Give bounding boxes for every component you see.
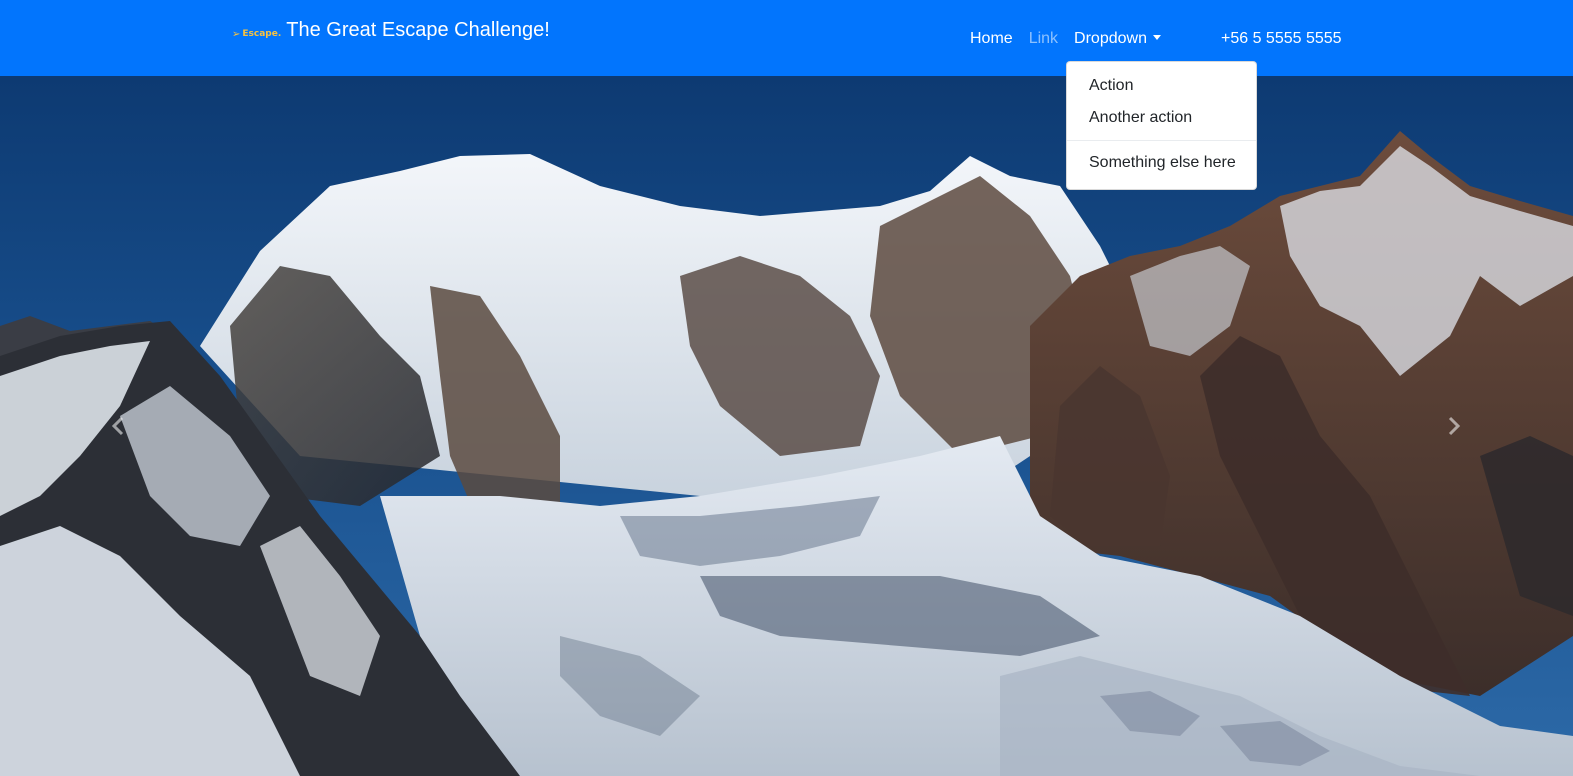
dropdown-item-something-else[interactable]: Something else here — [1067, 147, 1256, 179]
plane-icon: ➢ — [232, 28, 241, 40]
brand-logo-text: Escape. — [242, 29, 282, 39]
main-nav: Home Link Dropdown — [970, 28, 1177, 50]
page: ➢ Escape. The Great Escape Challenge! Ho… — [0, 0, 1573, 776]
dropdown-menu: Action Another action Something else her… — [1066, 61, 1257, 190]
brand-logo: ➢ Escape. — [232, 29, 281, 40]
chevron-left-icon — [111, 416, 124, 436]
carousel-next-button[interactable] — [1434, 406, 1474, 446]
chevron-right-icon — [1448, 416, 1461, 436]
dropdown-item-another-action[interactable]: Another action — [1067, 102, 1256, 134]
brand-link[interactable]: ➢ Escape. The Great Escape Challenge! — [232, 17, 550, 43]
dropdown-item-action[interactable]: Action — [1067, 70, 1256, 102]
brand-title: The Great Escape Challenge! — [286, 19, 550, 41]
nav-link-link[interactable]: Link — [1029, 28, 1058, 50]
hero-carousel — [0, 76, 1573, 776]
nav-link-home[interactable]: Home — [970, 28, 1013, 50]
phone-number: +56 5 5555 5555 — [1221, 30, 1342, 47]
nav-dropdown-label: Dropdown — [1074, 30, 1147, 47]
navbar: ➢ Escape. The Great Escape Challenge! Ho… — [0, 0, 1573, 76]
mountain-landscape-image — [0, 76, 1573, 776]
caret-down-icon — [1152, 35, 1161, 40]
nav-dropdown-toggle[interactable]: Dropdown — [1074, 28, 1161, 50]
carousel-prev-button[interactable] — [98, 406, 138, 446]
dropdown-divider — [1067, 140, 1256, 141]
